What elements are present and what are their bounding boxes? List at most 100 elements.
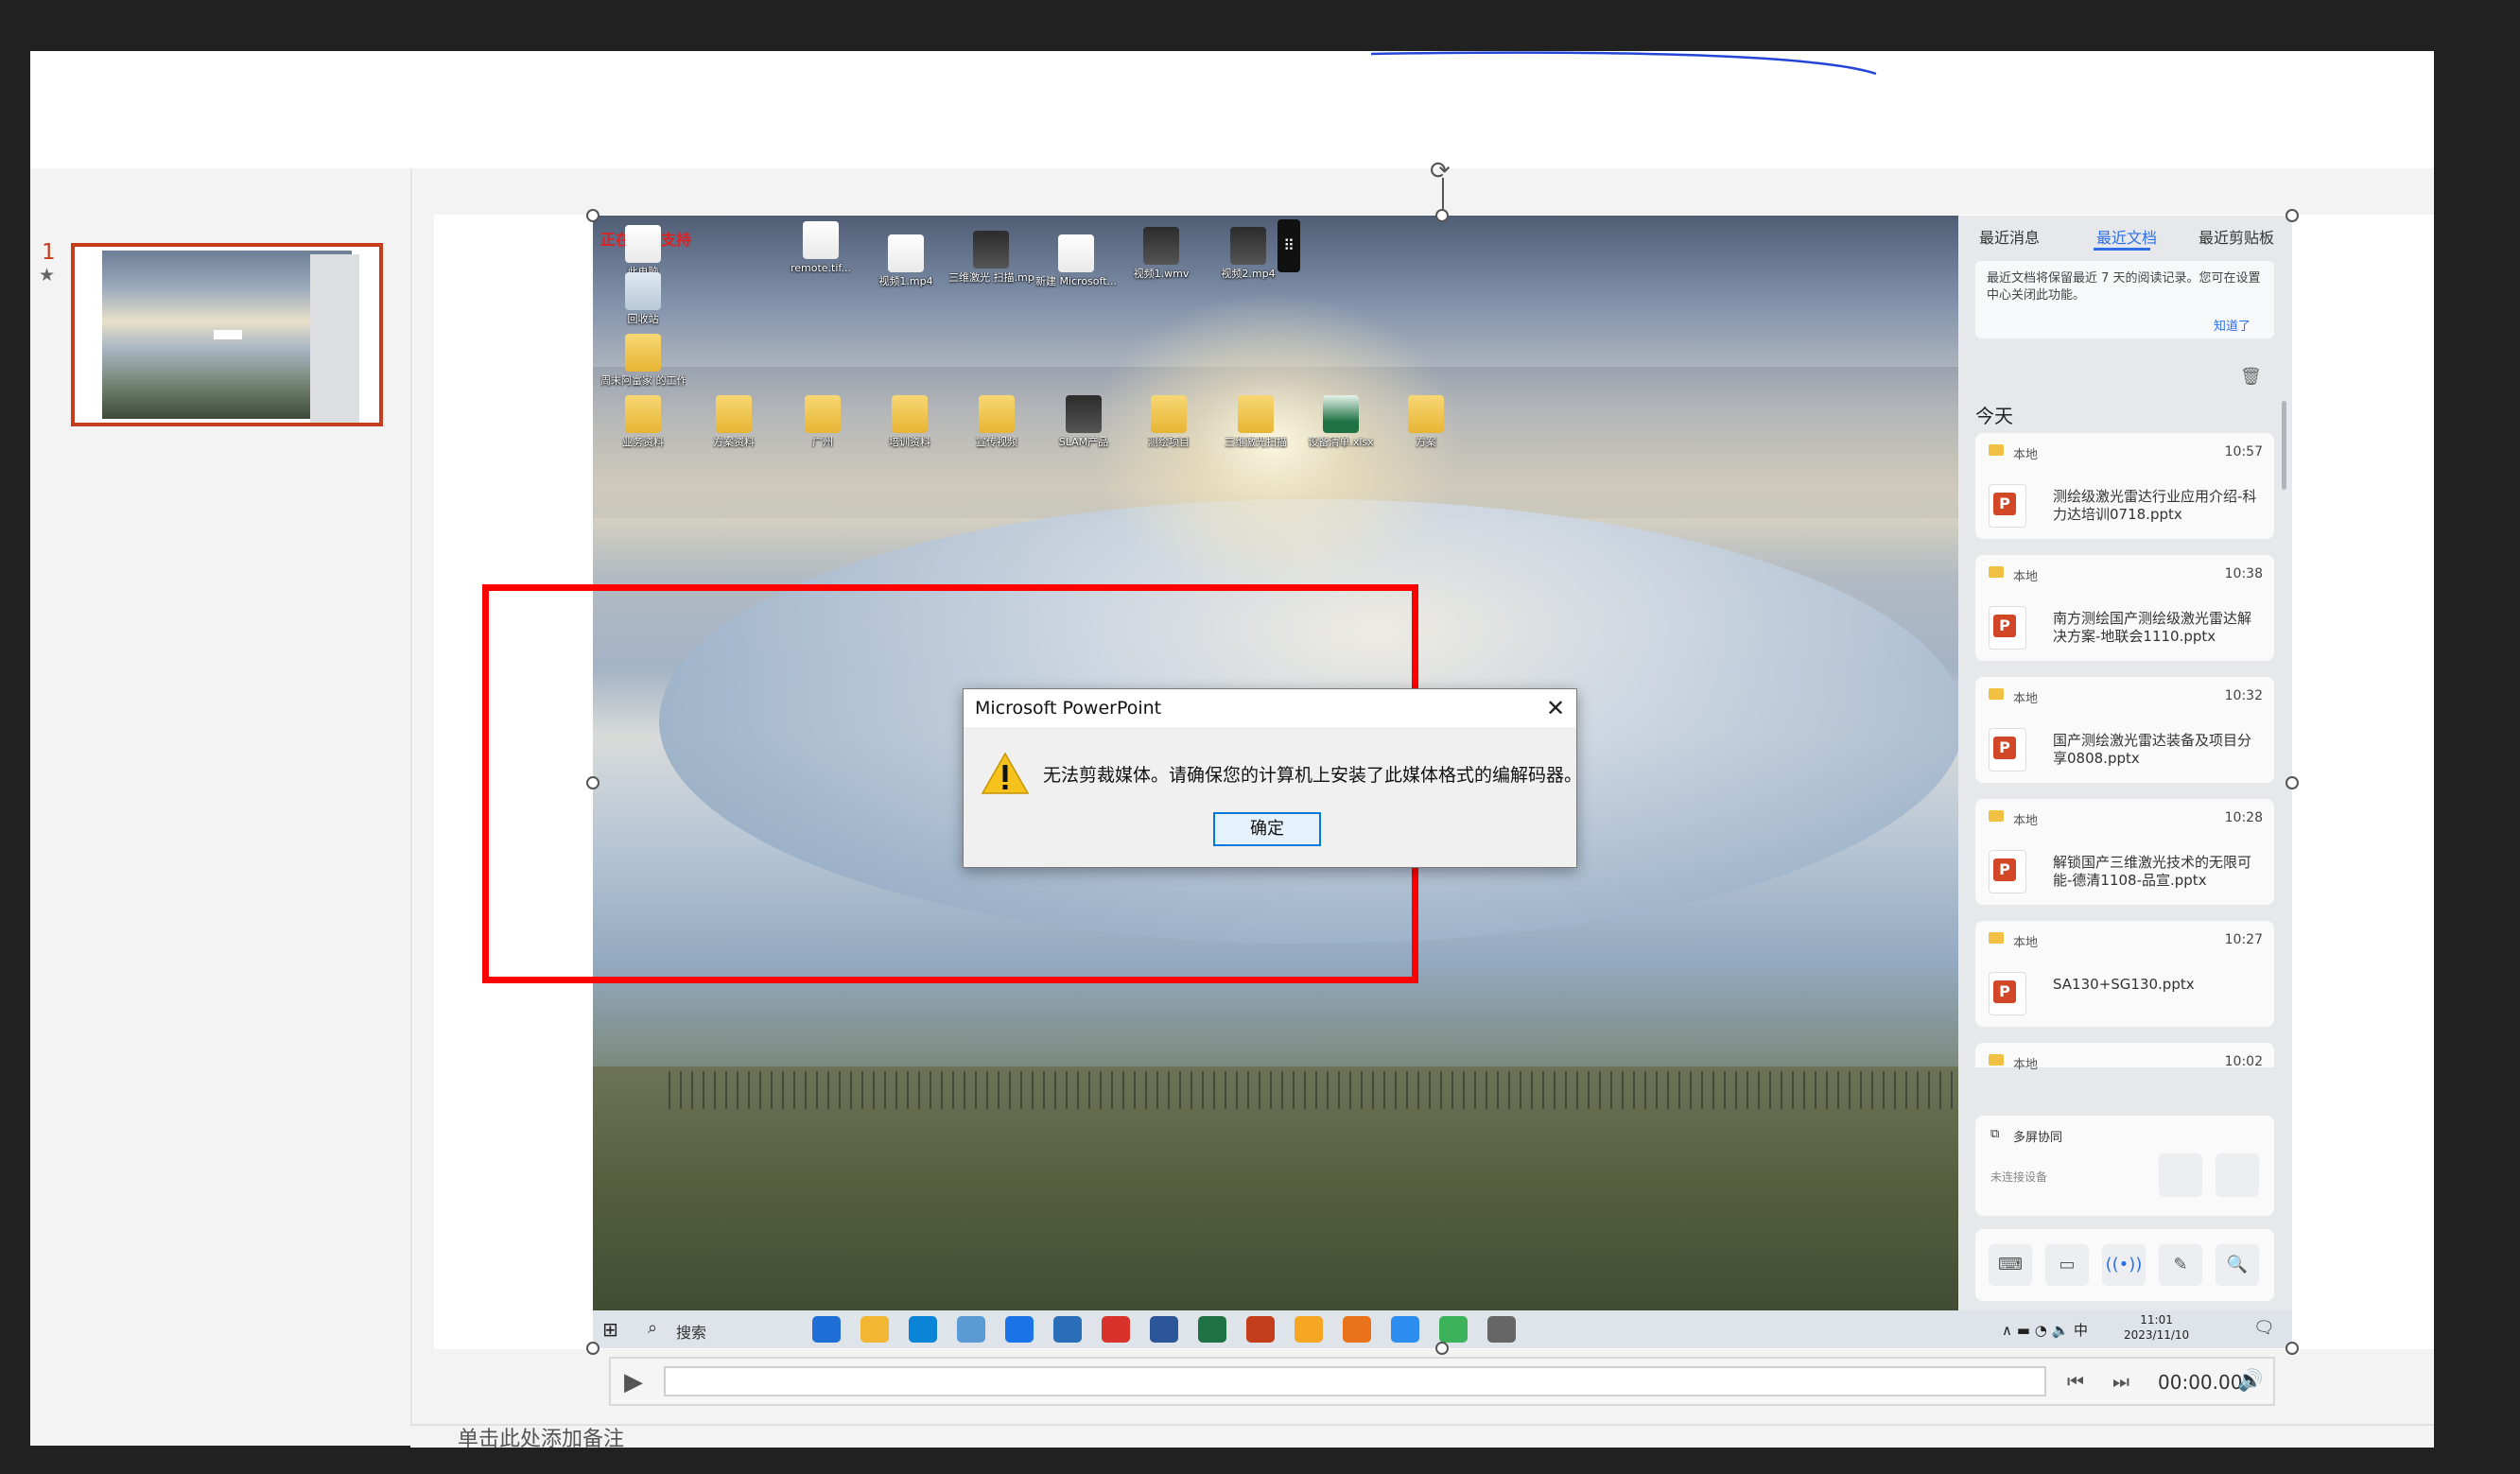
desktop-icon[interactable]: 周末阿富家 的工作 - 快... — [600, 334, 686, 388]
phone-device-button[interactable] — [2159, 1153, 2202, 1197]
desktop-icon[interactable]: 测绘项目 — [1126, 395, 1211, 449]
desktop-icon-label: 培训资料 — [889, 437, 930, 448]
desktop-icon[interactable]: 视频1.wmv — [1119, 227, 1204, 281]
notice-text: 最近文档将保留最近 7 天的阅读记录。您可在设置中心关闭此功能。 — [1987, 271, 2261, 303]
taskbar-app-icon[interactable] — [1343, 1316, 1371, 1343]
doc-name: 测绘级激光雷达行业应用介绍-科力达培训0718.pptx — [2053, 488, 2257, 523]
desktop-icon[interactable]: 三维激光 扫描.mp4 — [948, 231, 1034, 285]
step-forward-icon[interactable]: ⏭ — [2112, 1370, 2129, 1393]
desktop-icon[interactable]: 回收站 — [600, 272, 686, 326]
folder-icon — [1989, 444, 2004, 456]
folder-icon — [1989, 688, 2004, 700]
taskbar-app-icon[interactable] — [1487, 1316, 1516, 1343]
recent-docs-panel: 最近消息 最近文档 最近剪贴板 最近文档将保留最近 7 天的阅读记录。您可在设置… — [1958, 216, 2292, 1310]
desktop-icon[interactable]: 培训资料 — [867, 395, 952, 449]
desktop-icon[interactable]: 宣传视频 — [954, 395, 1039, 449]
rotate-handle-icon[interactable]: ⟳ — [1430, 157, 1451, 185]
recent-doc-item[interactable]: 本地 10:32 P 国产测绘激光雷达装备及项目分享0808.pptx — [1975, 677, 2274, 783]
desktop-icon-label: 新建 Microsoft... — [1034, 276, 1118, 287]
play-icon[interactable]: ▶ — [624, 1368, 643, 1396]
close-icon[interactable]: ✕ — [1538, 691, 1573, 725]
ok-button[interactable]: 确定 — [1213, 812, 1321, 846]
tab-recent-docs[interactable]: 最近文档 — [2096, 225, 2157, 248]
doc-name: 南方测绘国产测绘级激光雷达解决方案-地联会1110.pptx — [2053, 610, 2252, 645]
system-tray[interactable]: ∧ ▬ ◔ 🔈 中 — [2002, 1320, 2088, 1340]
resize-handle-s[interactable] — [1435, 1342, 1449, 1355]
tablet-device-button[interactable] — [2216, 1153, 2259, 1197]
clock-date: 2023/11/10 — [2124, 1327, 2190, 1342]
active-tab-indicator — [2094, 248, 2150, 251]
doc-time: 10:57 — [2224, 444, 2263, 460]
taskbar-search[interactable]: 搜索 — [676, 1320, 706, 1343]
media-controls: ▶ ⏮ ⏭ 00:00.00 🔊 — [609, 1357, 2275, 1406]
media-timeline[interactable] — [664, 1366, 2046, 1396]
taskbar-app-icon[interactable] — [957, 1316, 985, 1343]
search-icon[interactable]: ⌕ — [648, 1318, 657, 1338]
recent-doc-item[interactable]: 本地 10:28 P 解锁国产三维激光技术的无限可能-德清1108-品宣.pptx — [1975, 799, 2274, 905]
resize-handle-se[interactable] — [2285, 1342, 2299, 1355]
trash-icon[interactable]: 🗑 — [2240, 367, 2262, 387]
taskbar-app-icon[interactable] — [860, 1316, 889, 1343]
desktop-icon[interactable]: 新建 Microsoft... — [1034, 234, 1119, 288]
resize-handle-e[interactable] — [2285, 776, 2299, 789]
desktop-icon-label: 业务资料 — [622, 437, 664, 448]
taskbar-app-icon[interactable] — [1150, 1316, 1178, 1343]
desktop-icon[interactable]: remote.tif... — [778, 221, 863, 275]
recent-doc-item[interactable]: 本地 10:38 P 南方测绘国产测绘级激光雷达解决方案-地联会1110.pptx — [1975, 555, 2274, 661]
resize-handle-nw[interactable] — [586, 209, 600, 222]
ink-stroke — [1370, 51, 1877, 76]
taskbar-app-icon[interactable] — [1246, 1316, 1275, 1343]
recent-doc-item[interactable]: 本地 10:27 P SA130+SG130.pptx — [1975, 921, 2274, 1027]
search-tool[interactable]: 🔍 — [2216, 1244, 2259, 1286]
taskbar-app-icon[interactable] — [1005, 1316, 1034, 1343]
start-button[interactable]: ⊞ — [602, 1318, 618, 1341]
dialog-titlebar: Microsoft PowerPoint ✕ — [964, 689, 1576, 727]
taskbar-app-icon[interactable] — [909, 1316, 937, 1343]
taskbar-app-icon[interactable] — [1295, 1316, 1323, 1343]
note-tool[interactable]: ✎ — [2159, 1244, 2202, 1286]
video-file-icon — [1066, 395, 1102, 433]
taskbar-app-icon[interactable] — [1053, 1316, 1082, 1343]
desktop-icon[interactable]: 业务资料 — [600, 395, 686, 449]
broadcast-tool[interactable]: ((•)) — [2102, 1244, 2146, 1286]
got-it-link[interactable]: 知道了 — [2214, 316, 2251, 334]
panel-scrollbar[interactable] — [2282, 401, 2286, 490]
recent-doc-item[interactable]: 本地 10:57 P 测绘级激光雷达行业应用介绍-科力达培训0718.pptx — [1975, 433, 2274, 539]
taskbar-clock[interactable]: 11:01 2023/11/10 — [2124, 1313, 2189, 1343]
notes-pane[interactable]: 单击此处添加备注 — [410, 1424, 2434, 1450]
taskbar-app-icon[interactable] — [1439, 1316, 1468, 1343]
doc-name: 国产测绘激光雷达装备及项目分享0808.pptx — [2053, 732, 2252, 767]
taskbar-app-icon[interactable] — [812, 1316, 841, 1343]
record-tool[interactable]: ▭ — [2045, 1244, 2089, 1286]
notification-icon[interactable]: 🗨 — [2253, 1318, 2275, 1338]
taskbar-app-icon[interactable] — [1391, 1316, 1419, 1343]
taskbar-app-icon[interactable] — [1102, 1316, 1130, 1343]
multi-screen-title: 多屏协同 — [2013, 1131, 2063, 1145]
desktop-icon-label: 方案 — [1416, 437, 1436, 448]
desktop-icon[interactable]: 此电脑 — [600, 225, 686, 279]
thumbnail-image — [102, 251, 359, 423]
slide-thumbnail[interactable] — [71, 243, 383, 426]
desktop-icon[interactable]: 方案 — [1383, 395, 1469, 449]
desktop-icon[interactable]: SLAM产品 — [1041, 395, 1126, 449]
desktop-icon[interactable]: 视频2.mp4 — [1206, 227, 1291, 281]
tab-recent-messages[interactable]: 最近消息 — [1979, 225, 2040, 248]
desktop-icon[interactable]: 视频1.mp4 — [863, 234, 948, 288]
step-back-icon[interactable]: ⏮ — [2067, 1370, 2084, 1393]
tab-recent-clipboard[interactable]: 最近剪贴板 — [2198, 225, 2274, 248]
resize-handle-n[interactable] — [1435, 209, 1449, 222]
desktop-icon[interactable]: 广州 — [780, 395, 865, 449]
desktop-icon[interactable]: 方案资料 — [691, 395, 776, 449]
folder-file-icon — [1151, 395, 1187, 433]
recent-doc-item[interactable]: 本地 10:02 — [1975, 1043, 2274, 1072]
resize-handle-sw[interactable] — [586, 1342, 600, 1355]
screenshot-tool[interactable]: ⌨ — [1989, 1244, 2032, 1286]
scenery-fence — [669, 1071, 1964, 1109]
taskbar-app-icon[interactable] — [1198, 1316, 1226, 1343]
volume-icon[interactable]: 🔊 — [2237, 1369, 2263, 1393]
desktop-icon[interactable]: 设备清单.xlsx — [1298, 395, 1383, 449]
resize-handle-w[interactable] — [586, 776, 600, 789]
folder-file-icon — [1238, 395, 1274, 433]
resize-handle-ne[interactable] — [2285, 209, 2299, 222]
desktop-icon[interactable]: 三维激光扫描 — [1213, 395, 1298, 449]
